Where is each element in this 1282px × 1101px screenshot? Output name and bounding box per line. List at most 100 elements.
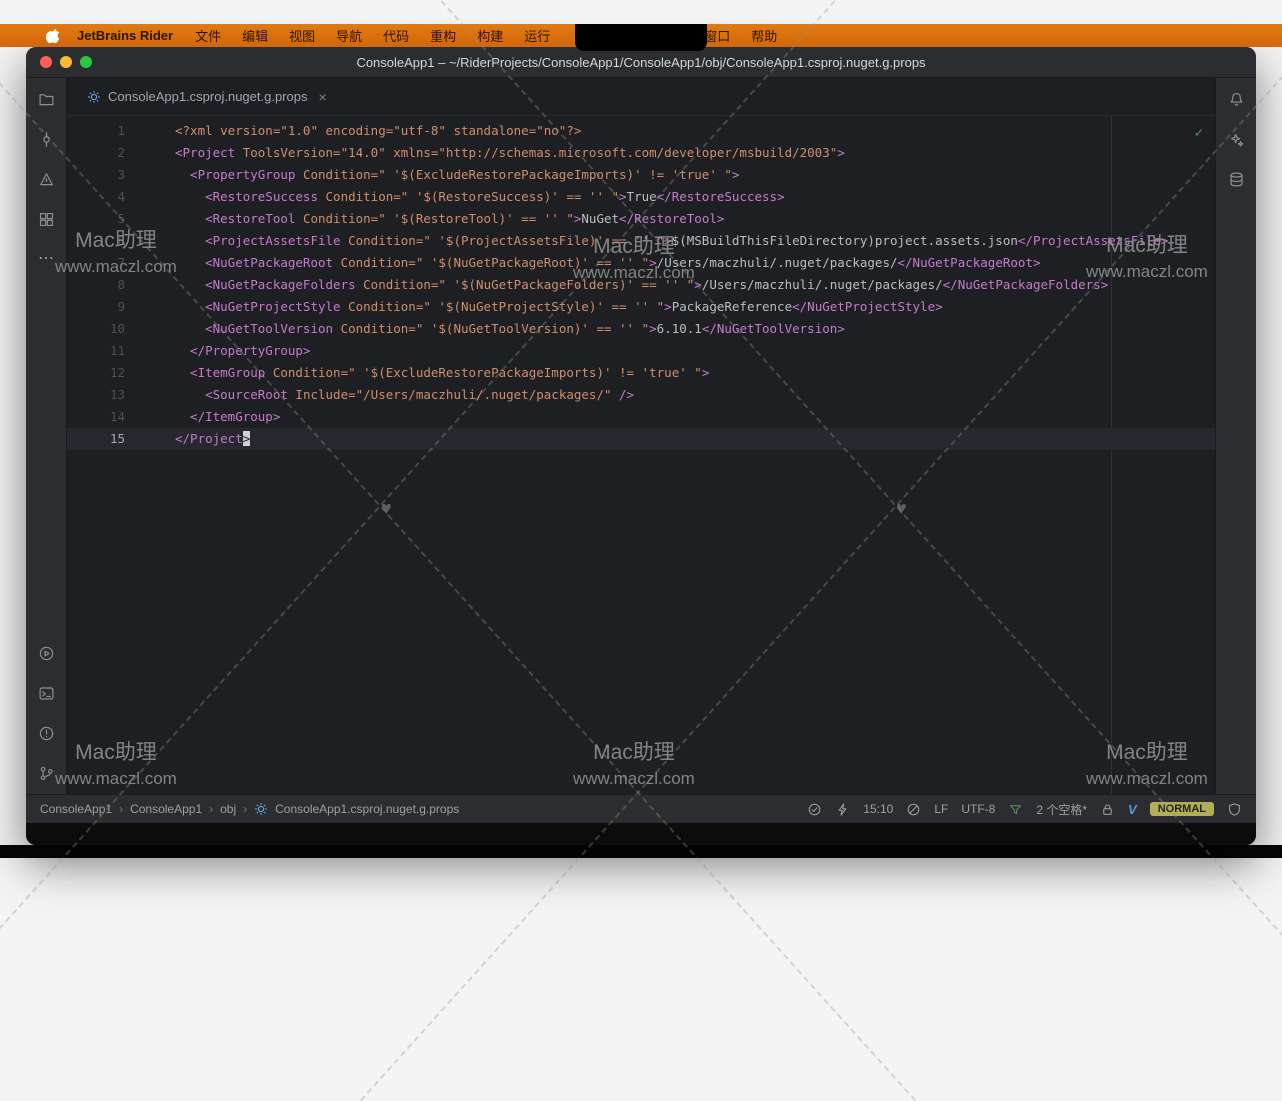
inspections-ok-icon[interactable]: ✓ — [1195, 122, 1203, 144]
notifications-icon[interactable] — [1224, 90, 1248, 108]
props-file-icon — [87, 90, 101, 104]
breadcrumb: ConsoleApp1›ConsoleApp1›obj›ConsoleApp1.… — [40, 802, 459, 816]
props-file-icon — [254, 802, 268, 816]
code-text: <NuGetPackageRoot Condition=" '$(NuGetPa… — [137, 252, 1041, 274]
editor-pane: ConsoleApp1.csproj.nuget.g.props × 1<?xm… — [67, 78, 1215, 794]
menu-item[interactable]: 运行 — [520, 26, 554, 45]
code-text: </PropertyGroup> — [137, 340, 310, 362]
menu-item[interactable]: 代码 — [379, 26, 413, 45]
macos-menu-bar: JetBrains Rider 文件编辑视图导航代码重构构建运行 窗口帮助 — [0, 24, 1282, 47]
code-line: 14 </ItemGroup> — [67, 406, 1215, 428]
line-number: 14 — [67, 406, 137, 428]
code-line: 4 <RestoreSuccess Condition=" '$(Restore… — [67, 186, 1215, 208]
code-line: 10 <NuGetToolVersion Condition=" '$(NuGe… — [67, 318, 1215, 340]
line-number: 1 — [67, 120, 137, 142]
code-text: <ProjectAssetsFile Condition=" '$(Projec… — [137, 230, 1168, 252]
tab-label: ConsoleApp1.csproj.nuget.g.props — [108, 89, 307, 104]
problems-icon[interactable] — [34, 724, 58, 742]
vim-icon[interactable]: V — [1128, 802, 1137, 817]
code-text: <ItemGroup Condition=" '$(ExcludeRestore… — [137, 362, 709, 384]
line-number: 4 — [67, 186, 137, 208]
tab-close-icon[interactable]: × — [314, 89, 326, 105]
breadcrumb-item[interactable]: ConsoleApp1 — [130, 802, 202, 816]
run-icon[interactable] — [34, 644, 58, 662]
menu-item[interactable]: 构建 — [473, 26, 507, 45]
checks-ok-icon[interactable] — [807, 802, 822, 817]
terminal-icon[interactable] — [34, 684, 58, 702]
version-control-icon[interactable] — [34, 764, 58, 782]
code-text: <NuGetPackageFolders Condition=" '$(NuGe… — [137, 274, 1108, 296]
commit-icon[interactable] — [34, 130, 58, 148]
code-text: <?xml version="1.0" encoding="utf-8" sta… — [137, 120, 581, 142]
menu-item[interactable]: 重构 — [426, 26, 460, 45]
code-line: 11 </PropertyGroup> — [67, 340, 1215, 362]
code-text: </ItemGroup> — [137, 406, 280, 428]
window-title: ConsoleApp1 – ~/RiderProjects/ConsoleApp… — [356, 55, 925, 70]
power-save-icon[interactable] — [835, 802, 850, 817]
code-text: <PropertyGroup Condition=" '$(ExcludeRes… — [137, 164, 739, 186]
inspection-filter-icon[interactable] — [1008, 802, 1023, 817]
minimize-button[interactable] — [60, 56, 72, 68]
database-icon[interactable] — [1224, 170, 1248, 188]
menu-item[interactable]: 文件 — [191, 26, 225, 45]
vim-mode-badge[interactable]: NORMAL — [1150, 802, 1214, 816]
close-button[interactable] — [40, 56, 52, 68]
line-number: 15 — [67, 428, 137, 450]
code-line: 8 <NuGetPackageFolders Condition=" '$(Nu… — [67, 274, 1215, 296]
zoom-button[interactable] — [80, 56, 92, 68]
window-bottom-strip — [26, 823, 1256, 845]
code-line: 2<Project ToolsVersion="14.0" xmlns="htt… — [67, 142, 1215, 164]
breadcrumb-item[interactable]: ConsoleApp1.csproj.nuget.g.props — [275, 802, 459, 816]
menu-item[interactable]: 编辑 — [238, 26, 272, 45]
camera-notch — [575, 24, 707, 51]
line-number: 7 — [67, 252, 137, 274]
line-number: 12 — [67, 362, 137, 384]
workarea: ⋯ ConsoleApp1.csproj.nuget.g.props × 1<?… — [26, 78, 1256, 794]
status-widgets: 15:10 LF UTF-8 2 个空格* V NORMAL — [807, 801, 1242, 818]
right-toolbar — [1215, 78, 1256, 794]
left-toolbar: ⋯ — [26, 78, 67, 794]
caret-position[interactable]: 15:10 — [863, 802, 893, 816]
line-number: 10 — [67, 318, 137, 340]
menu-app-name[interactable]: JetBrains Rider — [77, 28, 173, 43]
code-text: <RestoreSuccess Condition=" '$(RestoreSu… — [137, 186, 785, 208]
more-icon[interactable]: ⋯ — [34, 250, 58, 268]
services-icon[interactable] — [34, 210, 58, 228]
file-encoding[interactable]: UTF-8 — [961, 802, 995, 816]
breadcrumb-item[interactable]: obj — [220, 802, 236, 816]
ai-assistant-icon[interactable] — [1224, 130, 1248, 148]
line-number: 5 — [67, 208, 137, 230]
menu-item[interactable]: 导航 — [332, 26, 366, 45]
menu-item[interactable]: 视图 — [285, 26, 319, 45]
code-text: <NuGetProjectStyle Condition=" '$(NuGetP… — [137, 296, 943, 318]
code-text: <RestoreTool Condition=" '$(RestoreTool)… — [137, 208, 724, 230]
desktop-bottom-bar — [0, 845, 1282, 858]
menu-items-left: 文件编辑视图导航代码重构构建运行 — [191, 26, 554, 45]
highlighting-icon[interactable] — [906, 802, 921, 817]
editor-tab[interactable]: ConsoleApp1.csproj.nuget.g.props × — [77, 78, 337, 115]
line-number: 2 — [67, 142, 137, 164]
shield-icon[interactable] — [1227, 802, 1242, 817]
indent-style[interactable]: 2 个空格* — [1036, 801, 1087, 818]
structure-icon[interactable] — [34, 170, 58, 188]
menu-items-right: 窗口帮助 — [700, 26, 781, 45]
line-separator[interactable]: LF — [934, 802, 948, 816]
project-icon[interactable] — [34, 90, 58, 108]
code-line: 12 <ItemGroup Condition=" '$(ExcludeRest… — [67, 362, 1215, 384]
chevron-right-icon: › — [243, 802, 247, 816]
window-title-bar[interactable]: ConsoleApp1 – ~/RiderProjects/ConsoleApp… — [26, 47, 1256, 78]
code-text: </Project> — [137, 428, 250, 450]
code-text: <NuGetToolVersion Condition=" '$(NuGetTo… — [137, 318, 845, 340]
breadcrumb-item[interactable]: ConsoleApp1 — [40, 802, 112, 816]
menu-item[interactable]: 帮助 — [747, 26, 781, 45]
line-number: 9 — [67, 296, 137, 318]
code-line: 9 <NuGetProjectStyle Condition=" '$(NuGe… — [67, 296, 1215, 318]
apple-icon[interactable] — [46, 28, 61, 43]
code-editor[interactable]: 1<?xml version="1.0" encoding="utf-8" st… — [67, 116, 1215, 794]
readonly-lock-icon[interactable] — [1100, 802, 1115, 817]
code-text: <Project ToolsVersion="14.0" xmlns="http… — [137, 142, 845, 164]
code-line: 15</Project> — [67, 428, 1215, 450]
line-number: 13 — [67, 384, 137, 406]
rider-window: ConsoleApp1 – ~/RiderProjects/ConsoleApp… — [26, 47, 1256, 845]
line-number: 3 — [67, 164, 137, 186]
